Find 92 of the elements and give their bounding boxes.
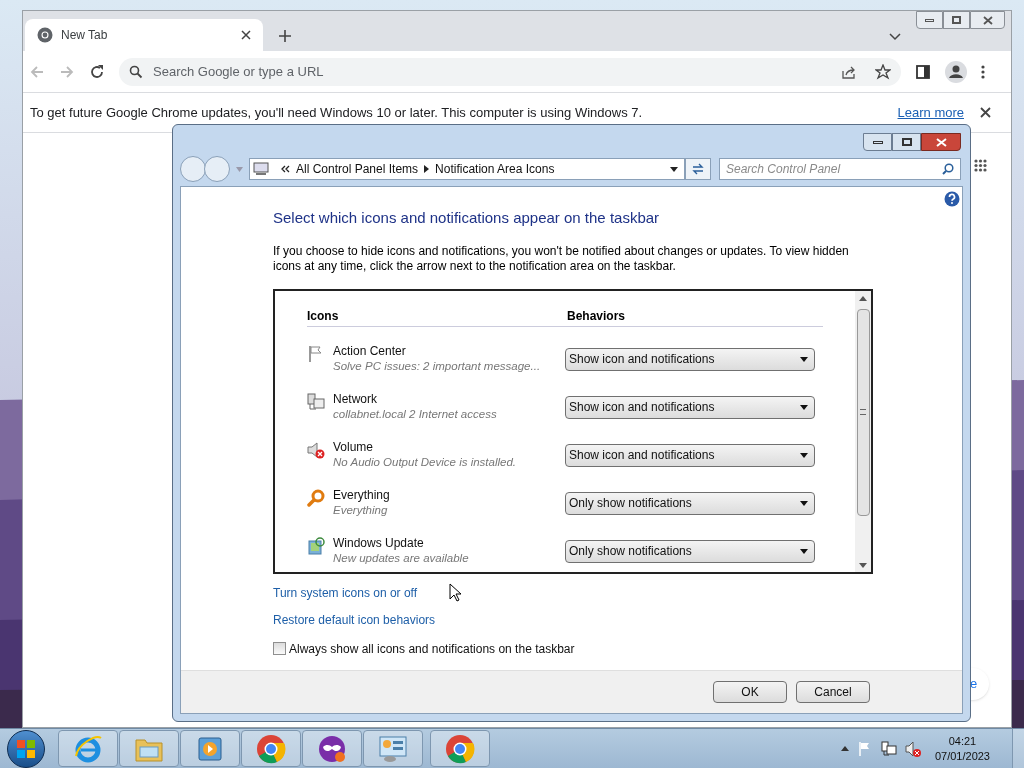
close-icon[interactable] <box>241 30 251 40</box>
learn-more-link[interactable]: Learn more <box>897 102 964 123</box>
maximize-button[interactable] <box>943 11 970 29</box>
start-button[interactable] <box>7 729 45 768</box>
icon-detail: Solve PC issues: 2 important message... <box>333 358 542 374</box>
cursor-icon <box>449 583 462 602</box>
dialog-button[interactable]: Cancel <box>796 681 870 703</box>
refresh-button[interactable] <box>685 158 711 180</box>
address-input[interactable]: Search Google or type a URL <box>153 61 831 82</box>
dropdown-arrow-icon <box>800 452 808 458</box>
address-bar[interactable]: All Control Panel Items Notification Area Icons <box>249 158 685 180</box>
checkbox[interactable] <box>273 642 286 655</box>
icon-detail: New updates are available <box>333 550 470 566</box>
new-tab-icon[interactable] <box>278 29 292 43</box>
breadcrumb-item[interactable]: All Control Panel Items <box>296 160 419 178</box>
dropdown-arrow-icon <box>800 356 808 362</box>
infobar-message: To get future Google Chrome updates, you'll need Windows 10 or later. This computer is using Windows 7. <box>30 103 644 122</box>
show-hidden-icons-icon[interactable] <box>840 746 849 751</box>
double-chevron-icon <box>281 165 290 173</box>
taskbar-button[interactable] <box>302 730 362 767</box>
close-icon <box>935 137 947 147</box>
chrome-icon <box>445 733 475 764</box>
scrollbar[interactable] <box>855 290 871 572</box>
help-icon[interactable] <box>944 191 960 207</box>
arrow-right-icon[interactable] <box>424 165 430 173</box>
icon-name: Windows Update <box>333 535 425 551</box>
column-header: Behaviors <box>567 307 626 325</box>
clock-time[interactable]: 04:21 <box>948 733 977 749</box>
address-bar[interactable]: Search Google or type a URL <box>119 57 901 86</box>
minimize-button[interactable] <box>863 133 892 151</box>
page-heading: Select which icons and notifications appear on the taskbar <box>273 208 661 228</box>
dropdown-arrow-icon <box>800 404 808 410</box>
behavior-dropdown[interactable]: Show icon and notifications <box>565 347 815 371</box>
icon-detail: collabnet.local 2 Internet access <box>333 406 498 422</box>
minimize-button[interactable] <box>916 11 943 29</box>
close-icon <box>982 15 993 25</box>
icon-name: Volume <box>333 439 375 455</box>
star-icon[interactable] <box>875 63 891 80</box>
behavior-dropdown[interactable]: Only show notifications <box>565 539 815 563</box>
settings-link[interactable]: Restore default icon behaviors <box>273 612 436 628</box>
behavior-dropdown[interactable]: Show icon and notifications <box>565 443 815 467</box>
menu-icon[interactable] <box>981 64 985 79</box>
breadcrumb-item[interactable]: Notification Area Icons <box>435 160 555 178</box>
windows-update-icon <box>307 536 325 555</box>
dropdown-arrow-icon <box>800 500 808 506</box>
chrome-icon <box>37 27 53 43</box>
refresh-icon <box>691 163 705 175</box>
close-button[interactable] <box>970 11 1005 29</box>
behavior-dropdown[interactable]: Show icon and notifications <box>565 395 815 419</box>
network-icon <box>307 392 325 411</box>
reload-icon[interactable] <box>89 63 105 80</box>
checkbox-label: Always show all icons and notifications on the taskbar <box>289 640 575 658</box>
search-icon[interactable] <box>942 163 954 175</box>
muted-speaker-icon <box>307 440 325 459</box>
icon-detail: No Audio Output Device is installed. <box>333 454 518 470</box>
taskbar-button[interactable] <box>363 730 423 767</box>
dropdown-arrow-icon[interactable] <box>670 166 678 172</box>
search-field[interactable]: Search Control Panel <box>719 158 961 180</box>
control-panel-icon <box>378 733 408 764</box>
scroll-up-icon[interactable] <box>859 295 867 301</box>
browser-tab[interactable]: New Tab <box>25 19 263 51</box>
icon-detail: Everything <box>333 502 389 518</box>
close-button[interactable] <box>921 133 961 151</box>
search-input[interactable]: Search Control Panel <box>726 160 942 178</box>
search-icon <box>129 64 143 79</box>
profile-icon[interactable] <box>945 60 967 83</box>
browser-e-icon <box>73 733 103 764</box>
description-text: If you choose to hide icons and notifications, you won't be notified about changes or updates. To view hidden icons at any time, click the arrow next to the notification area on the taskbar. <box>273 243 850 274</box>
tab-title: New Tab <box>61 27 109 44</box>
column-header: Icons <box>307 307 340 325</box>
icon-name: Network <box>333 391 378 407</box>
side-panel-icon[interactable] <box>915 63 931 80</box>
behavior-dropdown[interactable]: Only show notifications <box>565 491 815 515</box>
clock-date[interactable]: 07/01/2023 <box>934 748 990 764</box>
dialog-button[interactable]: OK <box>713 681 787 703</box>
chrome-icon <box>256 733 286 764</box>
scroll-down-icon[interactable] <box>859 562 867 568</box>
icon-name: Everything <box>333 487 391 503</box>
close-icon[interactable] <box>980 107 991 118</box>
dropdown-arrow-icon <box>800 548 808 554</box>
windows-logo-icon <box>16 738 36 759</box>
icon-name: Action Center <box>333 343 407 359</box>
settings-link[interactable]: Turn system icons on or off <box>273 585 418 601</box>
computer-icon <box>253 162 269 176</box>
maximize-button[interactable] <box>892 133 921 151</box>
network-icon[interactable] <box>880 740 897 757</box>
muted-speaker-icon[interactable] <box>904 740 921 757</box>
mask-icon <box>317 733 347 764</box>
apps-grid-icon[interactable] <box>974 159 987 172</box>
magnifier-icon <box>307 488 325 507</box>
media-player-icon <box>196 734 224 763</box>
chevron-down-icon[interactable] <box>889 33 901 41</box>
